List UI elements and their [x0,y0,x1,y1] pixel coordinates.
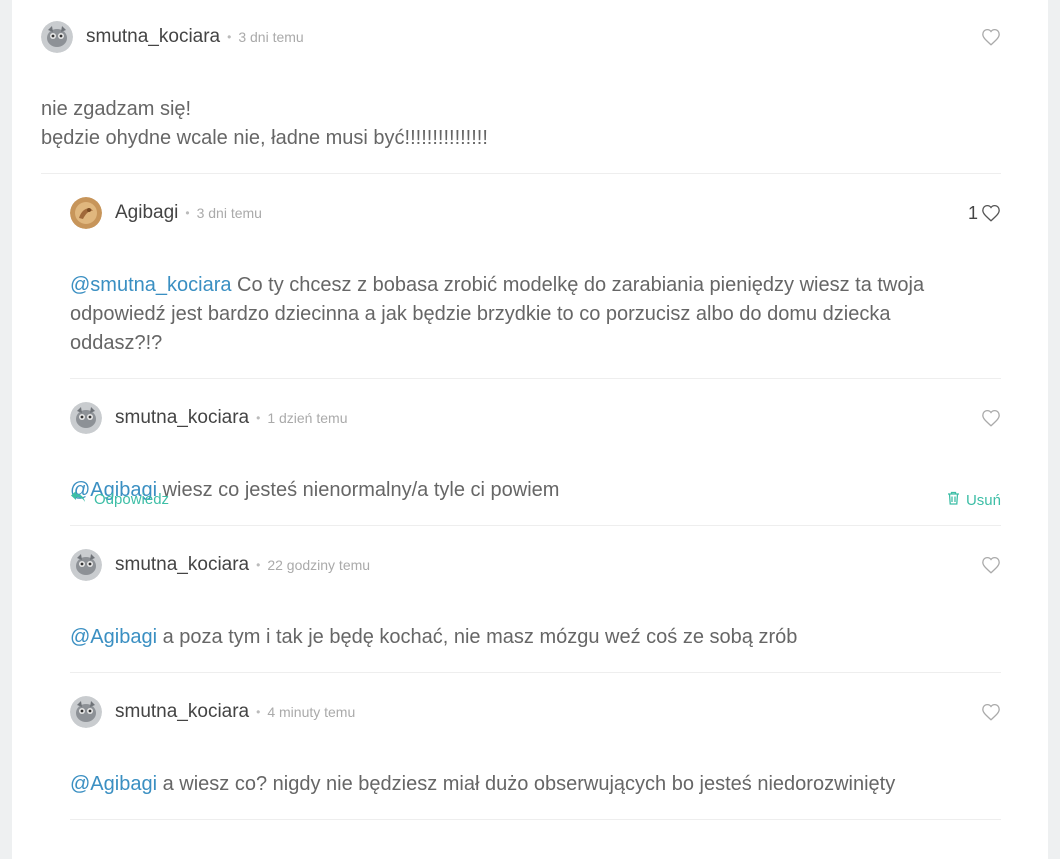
separator-dot: • [185,206,190,220]
avatar[interactable] [70,696,102,728]
like-button[interactable] [978,401,1001,435]
separator-dot: • [256,705,261,719]
comment-header: Agibagi • 3 dni temu [70,196,262,230]
like-button[interactable]: 1 [968,196,1001,230]
comment-time: 1 dzień temu [267,410,348,426]
comment-time: 4 minuty temu [267,704,356,720]
comment-body: @smutna_kociara Co ty chcesz z bobasa zr… [70,242,970,358]
separator-dot: • [256,411,261,425]
comment-author[interactable]: smutna_kociara [115,554,249,576]
comment-text: a poza tym i tak je będę kochać, nie mas… [157,626,798,648]
comment-author[interactable]: smutna_kociara [115,407,249,429]
comment-body: @Agibagi a poza tym i tak je będę kochać… [70,594,970,652]
comment-body: @Agibagi a wiesz co? nigdy nie będziesz … [70,741,970,799]
mention-link[interactable]: @smutna_kociara [70,274,231,296]
avatar[interactable] [70,402,102,434]
like-count: 1 [967,202,978,223]
comment-author[interactable]: smutna_kociara [86,26,220,48]
comment-text: wiesz co jesteś nienormalny/a tyle ci po… [157,479,560,501]
mention-link[interactable]: @Agibagi [70,773,157,795]
divider [70,378,1001,379]
reply-arrow-icon [70,490,86,508]
avatar[interactable] [41,21,73,53]
comment-author[interactable]: smutna_kociara [115,701,249,723]
comment-time: 3 dni temu [196,205,262,221]
heart-icon [981,409,1001,427]
reply-label: Odpowiedz [94,490,170,508]
separator-dot: • [256,558,261,572]
comment-text: nie zgadzam się! będzie ohydne wcale nie… [41,98,488,149]
divider [70,819,1001,820]
comment-body: @Agibagi wiesz co jesteś nienormalny/a t… [70,447,970,505]
comment-text: a wiesz co? nigdy nie będziesz miał dużo… [157,773,896,795]
delete-button[interactable]: Usuń [947,491,1001,509]
like-button[interactable] [978,20,1001,54]
separator-dot: • [227,30,232,44]
avatar[interactable] [70,549,102,581]
comment-header: smutna_kociara • 4 minuty temu [70,695,355,729]
like-button[interactable] [978,695,1001,729]
divider [70,672,1001,673]
comment-author[interactable]: Agibagi [115,202,178,224]
comment-body: nie zgadzam się! będzie ohydne wcale nie… [41,66,981,153]
comment-header: smutna_kociara • 1 dzień temu [70,401,348,435]
comment-time: 3 dni temu [238,29,304,45]
comments-panel: smutna_kociara • 3 dni temu nie zgadzam … [12,0,1048,859]
delete-label: Usuń [965,491,1001,509]
divider [70,525,1001,526]
trash-icon [947,491,960,509]
comment-header: smutna_kociara • 3 dni temu [41,20,304,54]
heart-icon [981,204,1001,222]
reply-button[interactable]: Odpowiedz [70,490,169,508]
divider [41,173,1001,174]
comment-header: smutna_kociara • 22 godziny temu [70,548,370,582]
mention-link[interactable]: @Agibagi [70,626,157,648]
avatar[interactable] [70,197,102,229]
comment-time: 22 godziny temu [267,557,371,573]
like-button[interactable] [978,548,1001,582]
heart-icon [981,556,1001,574]
heart-icon [981,28,1001,46]
heart-icon [981,703,1001,721]
